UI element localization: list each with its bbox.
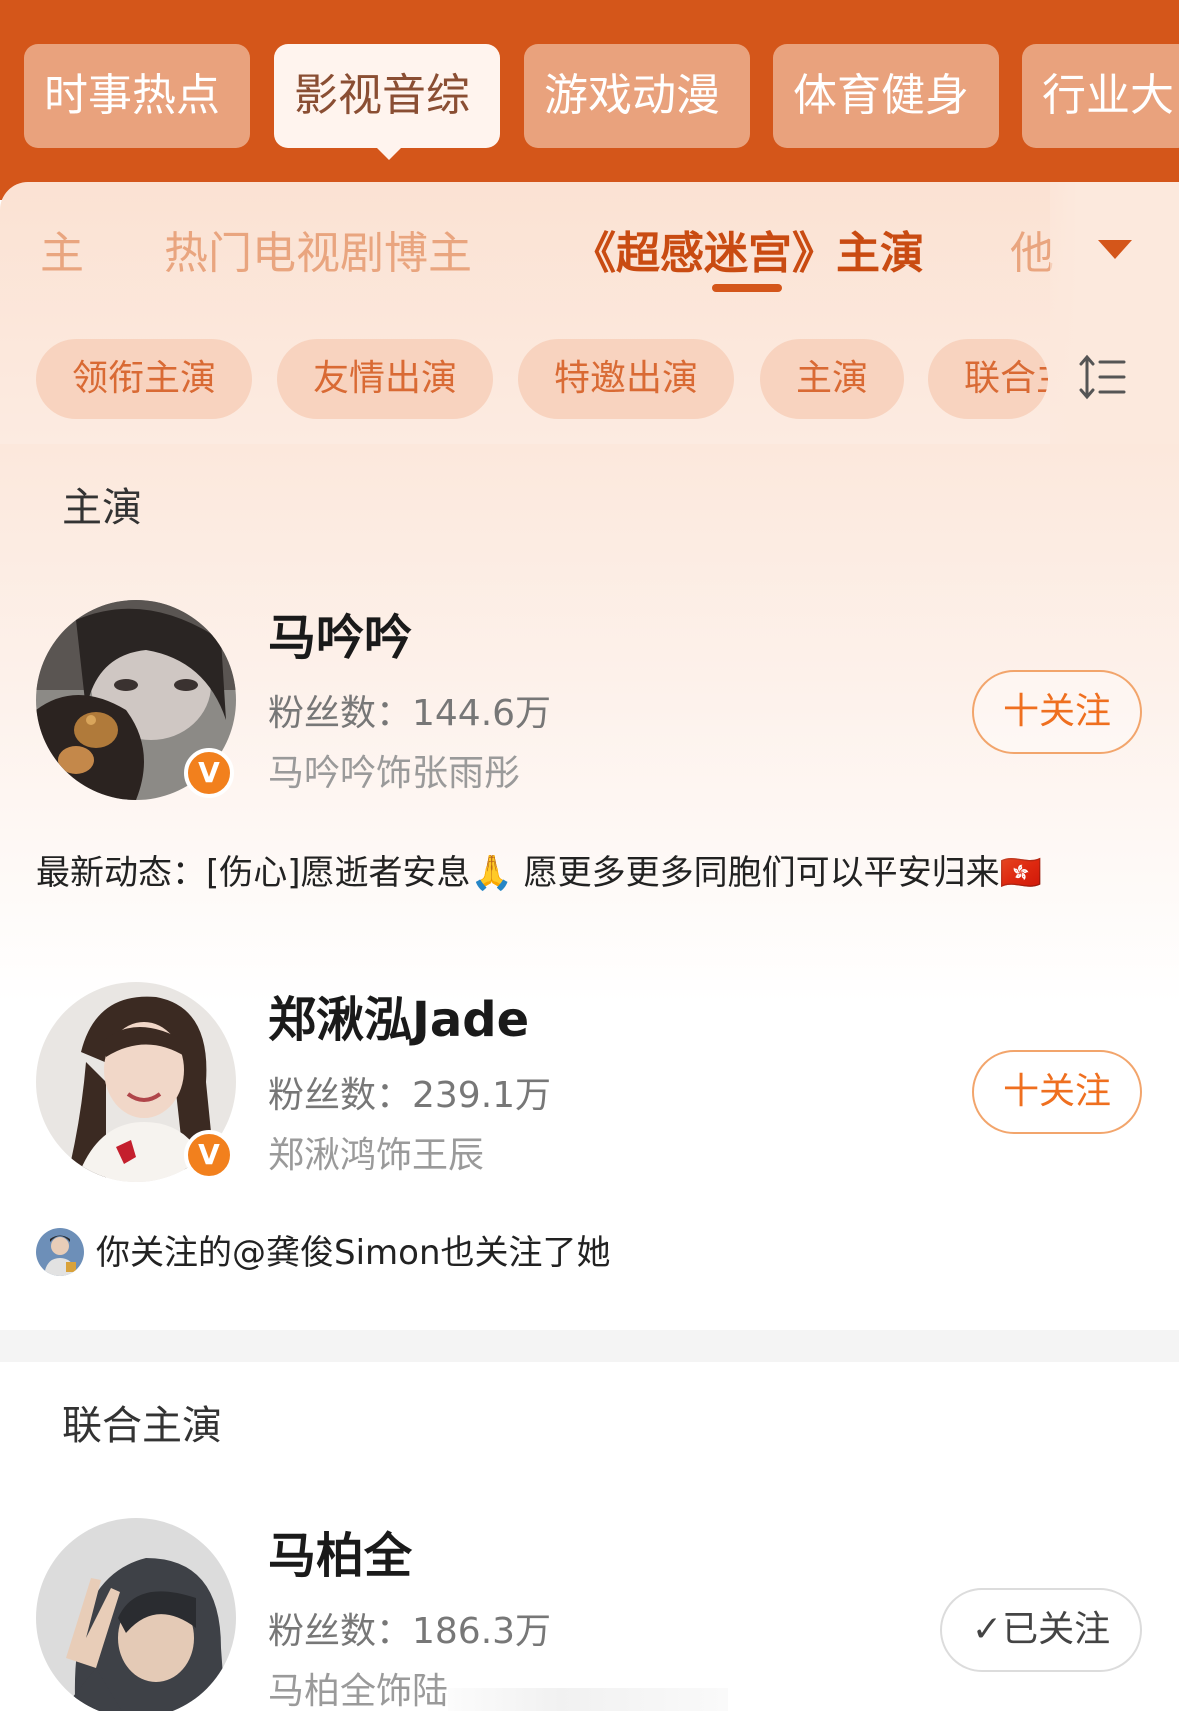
section-divider	[0, 1330, 1179, 1362]
category-tab-games-anime[interactable]: 游戏动漫	[524, 44, 750, 148]
follow-button[interactable]: 十关注	[972, 670, 1142, 754]
subtab-other[interactable]: 他	[1010, 222, 1054, 286]
verified-badge-icon: V	[184, 748, 234, 798]
verified-badge-icon: V	[184, 1130, 234, 1180]
subtab-main[interactable]: 主	[40, 222, 84, 286]
active-tab-pointer	[375, 146, 403, 160]
active-subtab-indicator	[712, 284, 782, 292]
avatar-photo-ma-boquan	[36, 1518, 236, 1711]
mutual-follower-avatar[interactable]	[36, 1228, 84, 1276]
role-description: 马柏全饰陆	[268, 1671, 449, 1711]
chip-lead-actor[interactable]: 主演	[760, 339, 904, 419]
chip-leading-actor[interactable]: 领衔主演	[36, 339, 252, 419]
avatar[interactable]	[36, 1518, 236, 1711]
latest-activity[interactable]: 最新动态：[伤心]愿逝者安息🙏 愿更多更多同胞们可以平安归来🇭🇰	[36, 848, 1042, 898]
person-name[interactable]: 郑湫泓Jade	[268, 988, 529, 1052]
chevron-down-icon[interactable]	[1098, 240, 1132, 259]
chip-friendship-appearance[interactable]: 友情出演	[277, 339, 493, 419]
followed-button[interactable]: ✓已关注	[940, 1588, 1142, 1672]
category-tab-film-tv-music[interactable]: 影视音综	[274, 44, 500, 148]
person-name[interactable]: 马柏全	[268, 1524, 412, 1588]
category-tab-sports[interactable]: 体育健身	[773, 44, 999, 148]
blurred-overlay	[448, 1688, 728, 1711]
category-tab-industry[interactable]: 行业大	[1022, 44, 1179, 148]
subtab-fade	[1050, 182, 1179, 444]
category-tab-news[interactable]: 时事热点	[24, 44, 250, 148]
person-name[interactable]: 马吟吟	[268, 606, 412, 670]
subtab-hot-tv-bloggers[interactable]: 热门电视剧博主	[164, 222, 472, 286]
sort-icon[interactable]	[1078, 352, 1128, 402]
sub-navigation-panel: 主 热门电视剧博主 《超感迷宫》主演 他 领衔主演 友情出演 特邀出演 主演 联…	[0, 182, 1179, 444]
chip-co-lead-actor[interactable]: 联合主	[928, 339, 1048, 419]
avatar-photo-gong-jun	[36, 1228, 84, 1276]
chip-special-guest[interactable]: 特邀出演	[518, 339, 734, 419]
role-description: 马吟吟饰张雨彤	[268, 753, 521, 794]
subtab-lead-actors[interactable]: 《超感迷宫》主演	[572, 222, 924, 286]
section-title-lead: 主演	[62, 485, 142, 531]
fans-count: 粉丝数：186.3万	[268, 1611, 552, 1652]
fans-count: 粉丝数：239.1万	[268, 1075, 552, 1116]
fans-count: 粉丝数：144.6万	[268, 693, 552, 734]
role-description: 郑湫鸿饰王辰	[268, 1135, 485, 1176]
category-bar: 时事热点 影视音综 游戏动漫 体育健身 行业大	[0, 0, 1179, 200]
follow-button[interactable]: 十关注	[972, 1050, 1142, 1134]
section-title-co-lead: 联合主演	[62, 1403, 222, 1449]
mutual-follow-text[interactable]: 你关注的@龚俊Simon也关注了她	[96, 1228, 611, 1278]
